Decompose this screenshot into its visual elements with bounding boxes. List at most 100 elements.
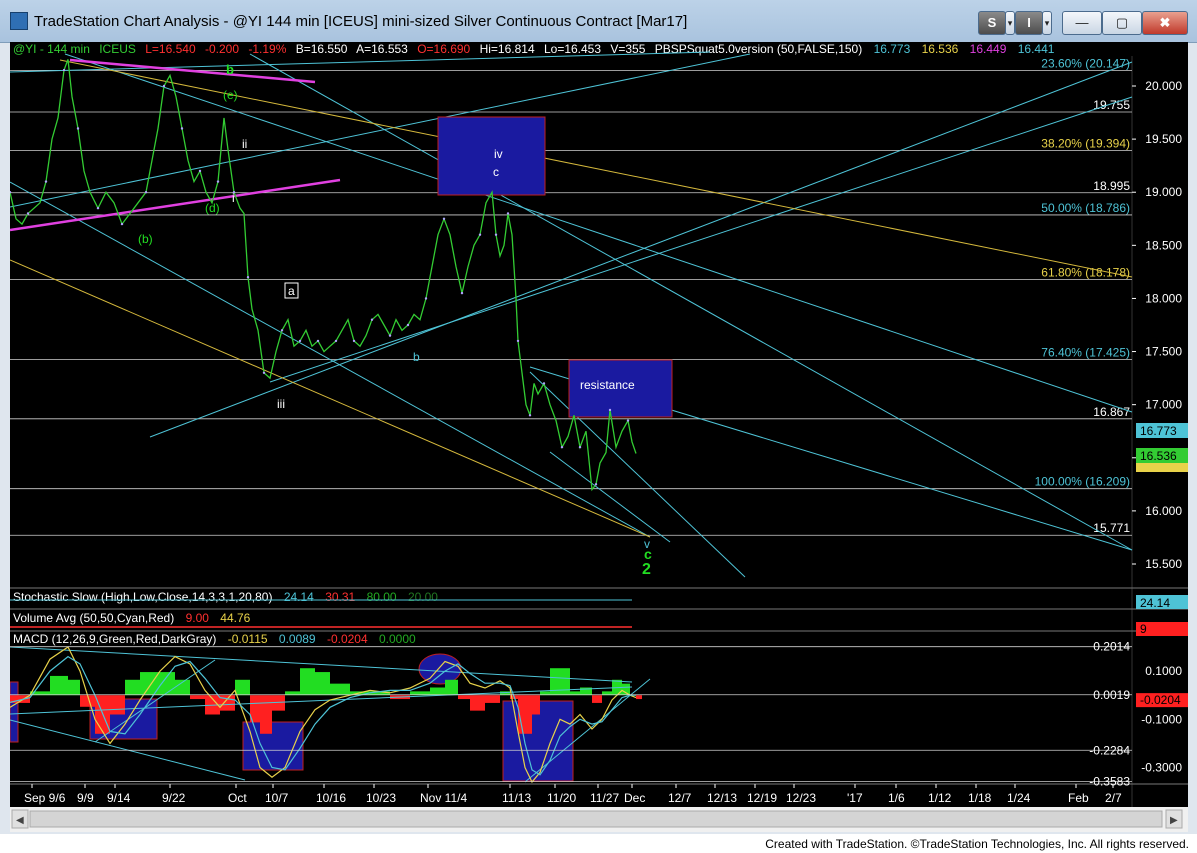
price-point — [578, 445, 582, 449]
macd-hist-bar — [330, 683, 350, 696]
price-point — [352, 339, 356, 343]
hdr-indicator: PBSPSquat5.0version (50,FALSE,150) — [655, 42, 862, 56]
date-tick-label: 12/23 — [786, 791, 816, 805]
macd-hist-bar — [532, 695, 540, 715]
macd-hist-bar — [235, 679, 250, 696]
price-point — [216, 180, 220, 183]
hdr-symbol: @YI - 144 min — [13, 42, 90, 56]
volume-v2: 44.76 — [220, 611, 250, 625]
scroll-right-icon: ▶ — [1170, 815, 1178, 826]
price-point — [442, 217, 446, 220]
stoch-v4: 20.00 — [408, 590, 438, 604]
price-point — [62, 68, 66, 72]
wave-label-i: i — [232, 191, 235, 205]
price-chart-svg[interactable]: @YI - 144 min ICEUS L=16.540 -0.200 -1.1… — [8, 42, 1188, 832]
wave-label-iii: iii — [277, 397, 285, 411]
date-tick-label: 10/16 — [316, 791, 346, 805]
macd-tick-label: -0.3583 — [1089, 775, 1130, 789]
date-tick-label: 11/27 — [590, 791, 619, 805]
hdr-last: L=16.540 — [145, 42, 196, 56]
hdr-v3: 16.449 — [970, 42, 1007, 56]
macd-v1: -0.0115 — [228, 632, 268, 646]
macd-hist-bar — [50, 675, 68, 696]
hdr-change: -0.200 — [205, 42, 239, 56]
price-tick-label: 17.000 — [1145, 398, 1182, 412]
macd-hist-bar — [68, 679, 80, 696]
macd-hist-bar — [315, 672, 330, 696]
chart-background — [10, 42, 1188, 832]
price-tick-label: 18.500 — [1145, 238, 1182, 252]
price-point — [560, 445, 564, 449]
date-tick-label: 12/13 — [707, 791, 737, 805]
volume-v1: 9.00 — [186, 611, 210, 625]
fib-label-3: 18.995 — [1093, 179, 1130, 193]
price-point — [516, 339, 520, 343]
price-point — [198, 169, 202, 173]
date-tick-label: Nov 11/4 — [420, 791, 467, 805]
chart-area[interactable]: @YI - 144 min ICEUS L=16.540 -0.200 -1.1… — [8, 42, 1188, 832]
macd-tick-label: -0.1000 — [1141, 712, 1182, 726]
s-dropdown-icon[interactable]: ▾ — [1005, 11, 1015, 35]
stoch-label: Stochastic Slow (High,Low,Close,14,3,3,1… — [13, 590, 272, 604]
price-point — [246, 276, 250, 279]
price-tick-label: 19.000 — [1145, 185, 1182, 199]
fib-label-4: 50.00% (18.786) — [1041, 201, 1130, 215]
date-tick-label: 11/13 — [502, 791, 531, 805]
price-point — [76, 127, 80, 130]
price-point — [424, 297, 428, 300]
macd-hist-bar — [445, 679, 458, 696]
footer-bar: Created with TradeStation. ©TradeStation… — [0, 834, 1197, 853]
price-point — [478, 233, 482, 236]
i-dropdown-icon[interactable]: ▾ — [1042, 11, 1052, 35]
price-point — [316, 339, 320, 343]
macd-hist-bar — [260, 695, 272, 734]
price-point — [262, 371, 266, 374]
date-tick-label: '17 — [847, 791, 863, 805]
volume-label: Volume Avg (50,50,Cyan,Red) — [13, 611, 174, 625]
price-point — [370, 318, 374, 321]
macd-tick-label: -0.3000 — [1141, 761, 1182, 775]
macd-tick-label: -0.0204 — [1140, 693, 1181, 707]
scroll-thumb[interactable] — [29, 810, 1163, 828]
date-tick-label: 9/9 — [77, 791, 94, 805]
hdr-pct: -1.19% — [248, 42, 286, 56]
scroll-left-icon: ◀ — [16, 815, 24, 826]
macd-hist-bar — [430, 687, 445, 696]
wave-label-c-green: c — [644, 546, 652, 562]
hdr-v2: 16.536 — [922, 42, 959, 56]
wave-label-a: a — [288, 284, 295, 298]
macd-hist-bar — [300, 668, 315, 696]
price-point — [406, 323, 410, 327]
hdr-v1: 16.773 — [874, 42, 911, 56]
price-point — [388, 334, 392, 337]
window-titlebar: TradeStation Chart Analysis - @YI 144 mi… — [0, 0, 1197, 43]
price-point — [162, 84, 166, 88]
date-tick-label: 12/19 — [747, 791, 777, 805]
date-tick-label: 1/24 — [1007, 791, 1031, 805]
close-button[interactable]: ✖ — [1142, 11, 1188, 35]
macd-v3: -0.0204 — [327, 632, 368, 646]
macd-hist-bar — [592, 695, 602, 703]
macd-hist-bar — [550, 668, 560, 696]
maximize-button[interactable]: ▢ — [1102, 11, 1142, 35]
macd-hist-bar — [458, 695, 470, 700]
wave-label-d: (d) — [205, 201, 220, 215]
macd-hist-bar — [470, 695, 485, 711]
svg-text:Stochastic Slow (High,Low,Clos: Stochastic Slow (High,Low,Close,14,3,3,1… — [13, 590, 438, 604]
wave-label-2: 2 — [642, 561, 651, 578]
fib-label-8: 100.00% (16.209) — [1035, 475, 1130, 489]
price-point — [120, 222, 124, 226]
window-title: TradeStation Chart Analysis - @YI 144 mi… — [34, 13, 688, 30]
date-tick-label: 12/7 — [668, 791, 692, 805]
minimize-button[interactable]: — — [1062, 11, 1102, 35]
date-tick-label: Sep 9/6 — [24, 791, 66, 805]
date-tick-label: 9/14 — [107, 791, 131, 805]
hdr-v4: 16.441 — [1018, 42, 1055, 56]
i-menu-button[interactable]: I — [1015, 11, 1043, 35]
s-menu-button[interactable]: S — [978, 11, 1006, 35]
price-point — [96, 206, 100, 210]
price-point — [26, 212, 30, 215]
price-point — [506, 212, 510, 215]
date-tick-label: Dec — [624, 791, 645, 805]
price-point — [460, 291, 464, 295]
